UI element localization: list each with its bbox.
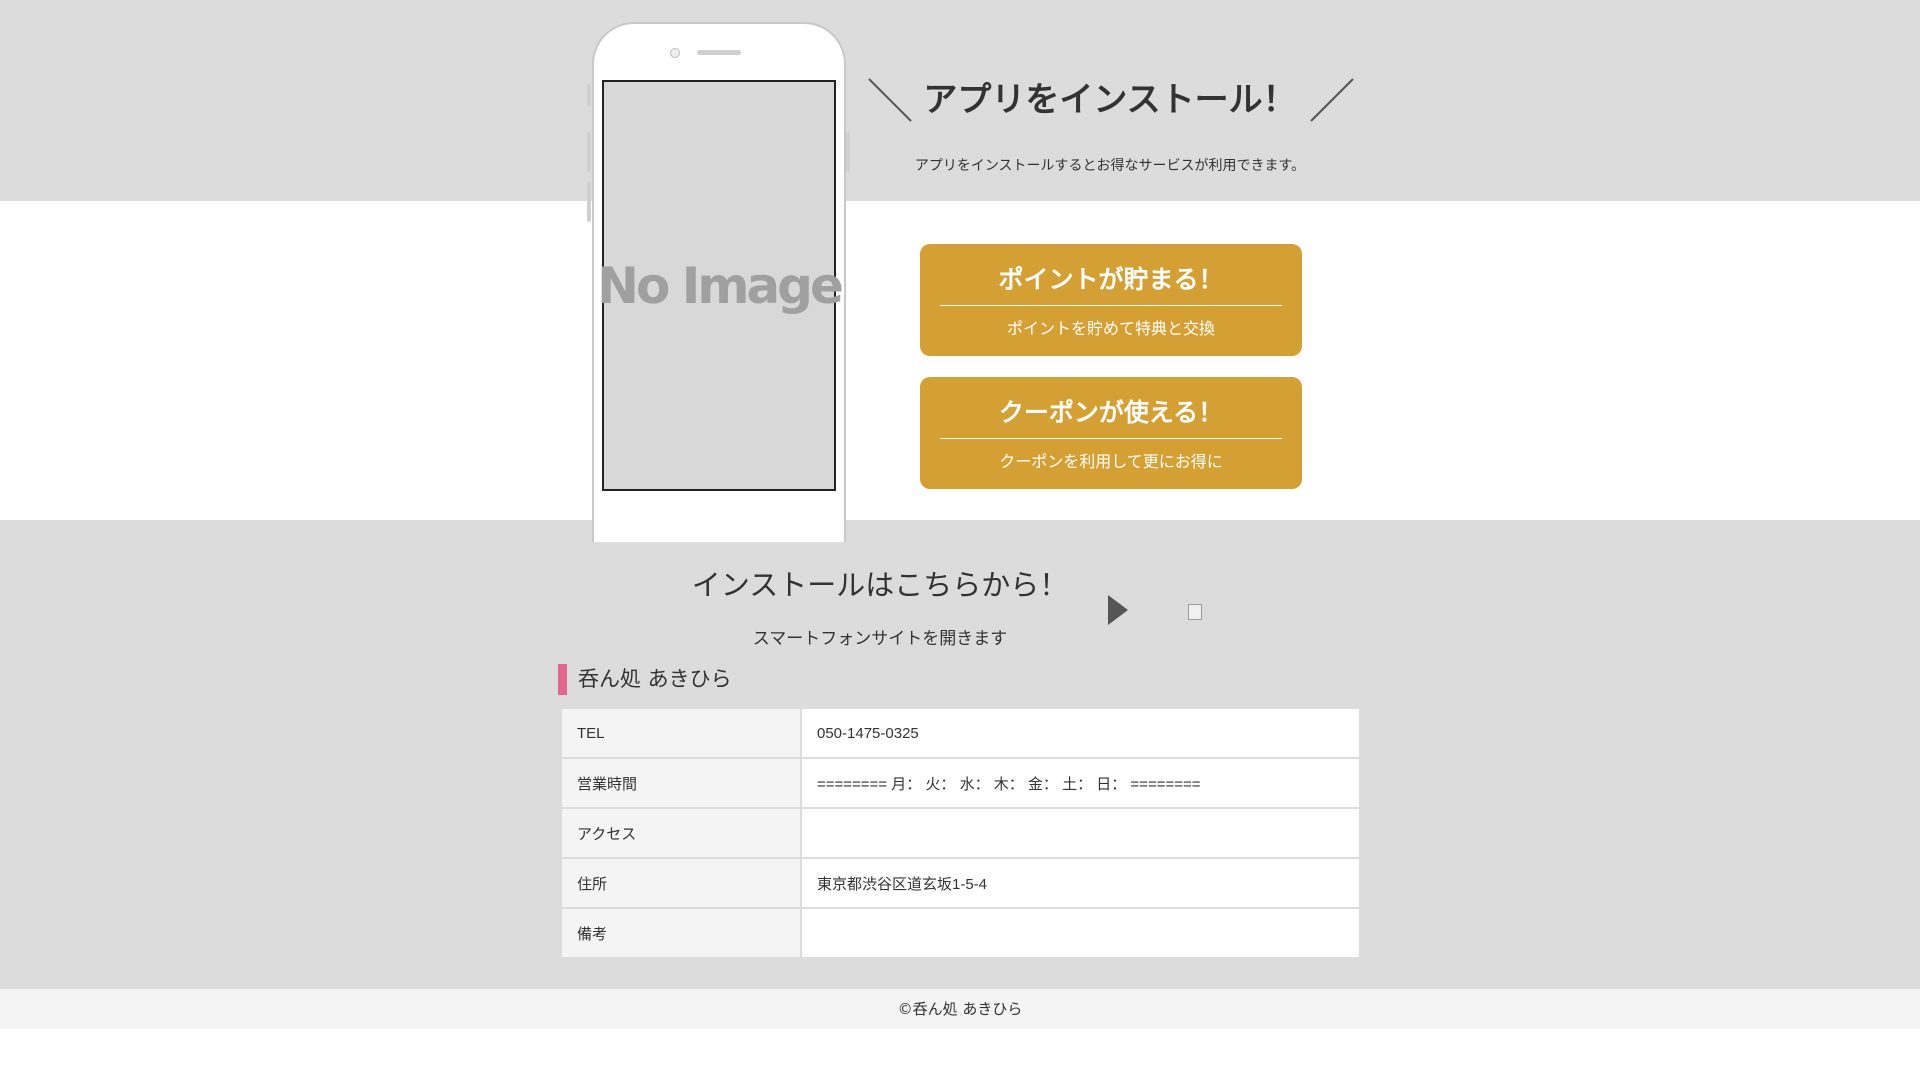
row-value [800, 907, 1361, 959]
install-subtitle: アプリをインストールするとお得なサービスが利用できます。 [914, 158, 1306, 174]
table-row: 住所 東京都渋谷区道玄坂1-5-4 [560, 857, 1361, 909]
feature-card-subtitle: クーポンを利用して更にお得に [999, 452, 1223, 471]
row-label: TEL [560, 707, 802, 759]
feature-card-title: ポイントが貯まる！ [998, 265, 1224, 294]
table-row: 備考 [560, 907, 1361, 959]
feature-card-title: クーポンが使える！ [998, 398, 1224, 427]
row-value [800, 807, 1361, 859]
feature-card-divider [940, 305, 1282, 306]
phone-speaker-icon [697, 50, 741, 55]
feature-card-coupons: クーポンが使える！ クーポンを利用して更にお得に [920, 377, 1302, 489]
phone-screen-placeholder: No Image [597, 80, 844, 491]
feature-card-subtitle: ポイントを貯めて特典と交換 [1006, 319, 1215, 338]
play-triangle-icon[interactable] [1108, 595, 1128, 625]
row-label: 営業時間 [560, 757, 802, 809]
shop-info-table: TEL 050-1475-0325 営業時間 ======== 月： 火： 水：… [560, 707, 1361, 959]
phone-side-button [587, 132, 591, 172]
phone-side-button [846, 132, 850, 172]
row-label: 備考 [560, 907, 802, 959]
row-label: 住所 [560, 857, 802, 909]
phone-side-button [587, 84, 591, 106]
no-image-text: No Image [597, 256, 844, 315]
feature-card-points: ポイントが貯まる！ ポイントを貯めて特典と交換 [920, 244, 1302, 356]
row-value: 東京都渋谷区道玄坂1-5-4 [800, 857, 1361, 909]
phone-side-button [587, 182, 591, 222]
shop-name: 呑ん処 あきひら [578, 667, 732, 691]
broken-image-icon[interactable] [1188, 604, 1202, 620]
feature-card-divider [940, 438, 1282, 439]
row-value: 050-1475-0325 [800, 707, 1361, 759]
table-row: 営業時間 ======== 月： 火： 水： 木： 金： 土： 日： =====… [560, 757, 1361, 809]
footer-copyright: ©呑ん処 あきひら [897, 1000, 1023, 1018]
install-link-title: インストールはこちらから！ [691, 568, 1069, 602]
row-label: アクセス [560, 807, 802, 859]
install-link-subtitle: スマートフォンサイトを開きます [752, 629, 1008, 649]
table-row: TEL 050-1475-0325 [560, 707, 1361, 759]
row-value: ======== 月： 火： 水： 木： 金： 土： 日： ======== [800, 757, 1361, 809]
table-row: アクセス [560, 807, 1361, 859]
install-title: アプリをインストール！ [923, 80, 1297, 120]
shop-name-accent-bar [558, 664, 567, 695]
phone-camera-icon [670, 48, 680, 58]
